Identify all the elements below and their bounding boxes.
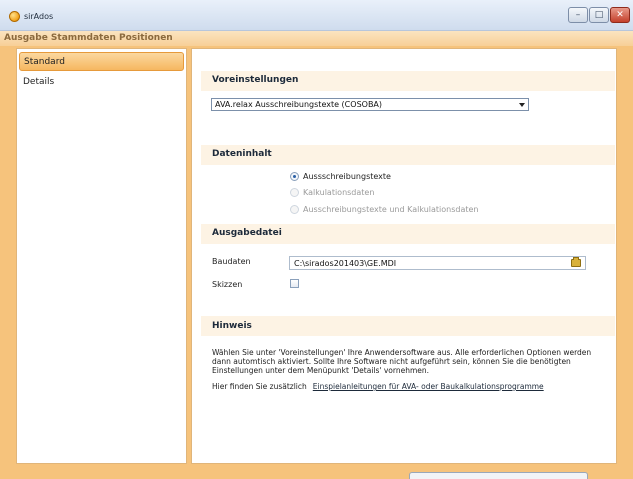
sidebar-item-details[interactable]: Details xyxy=(19,73,184,92)
radio-label: Aussschreibungstexte xyxy=(303,172,391,181)
window-title: sirAdos xyxy=(24,12,54,21)
ausgabedatei-heading: Ausgabedatei xyxy=(212,228,282,238)
hinweis-link-prefix: Hier finden Sie zusätzlich xyxy=(212,382,307,391)
hinweis-heading: Hinweis xyxy=(212,321,252,331)
minimize-button[interactable]: – xyxy=(568,7,588,23)
hinweis-header xyxy=(201,316,615,336)
baudaten-path-field[interactable]: C:\sirados201403\GE.MDI xyxy=(289,256,586,270)
chevron-down-icon xyxy=(519,103,525,107)
radio-label: Ausschreibungstexte und Kalkulationsdate… xyxy=(303,205,479,214)
section-title: Ausgabe Stammdaten Positionen xyxy=(4,33,173,43)
folder-open-icon[interactable] xyxy=(571,257,581,267)
footer-button[interactable] xyxy=(409,472,588,479)
hinweis-text: Wählen Sie unter 'Voreinstellungen' Ihre… xyxy=(212,348,592,375)
hinweis-link-row: Hier finden Sie zusätzlich Einspielanleit… xyxy=(212,382,544,391)
radio-button-checked[interactable] xyxy=(290,172,299,181)
maximize-button[interactable]: □ xyxy=(589,7,609,23)
radio-button-disabled xyxy=(290,205,299,214)
voreinstellungen-dropdown[interactable]: AVA.relax Ausschreibungstexte (COSOBA) xyxy=(211,98,529,111)
einspielanleitungen-link[interactable]: Einspielanleitungen für AVA- oder Baukal… xyxy=(313,382,544,391)
dropdown-value: AVA.relax Ausschreibungstexte (COSOBA) xyxy=(215,100,383,109)
app-logo-icon xyxy=(9,11,20,22)
baudaten-label: Baudaten xyxy=(212,257,251,266)
close-button[interactable]: ✕ xyxy=(610,7,630,23)
voreinstellungen-heading: Voreinstellungen xyxy=(212,75,299,85)
baudaten-path-value: C:\sirados201403\GE.MDI xyxy=(294,259,397,268)
sidebar-item-standard[interactable]: Standard xyxy=(19,52,184,71)
radio-button-disabled xyxy=(290,188,299,197)
dateninhalt-heading: Dateninhalt xyxy=(212,149,272,159)
sidebar: Standard Details xyxy=(16,48,187,464)
skizzen-label: Skizzen xyxy=(212,280,243,289)
window-titlebar: sirAdos – □ ✕ xyxy=(0,0,633,31)
skizzen-checkbox[interactable] xyxy=(290,279,299,288)
radio-label: Kalkulationsdaten xyxy=(303,188,375,197)
